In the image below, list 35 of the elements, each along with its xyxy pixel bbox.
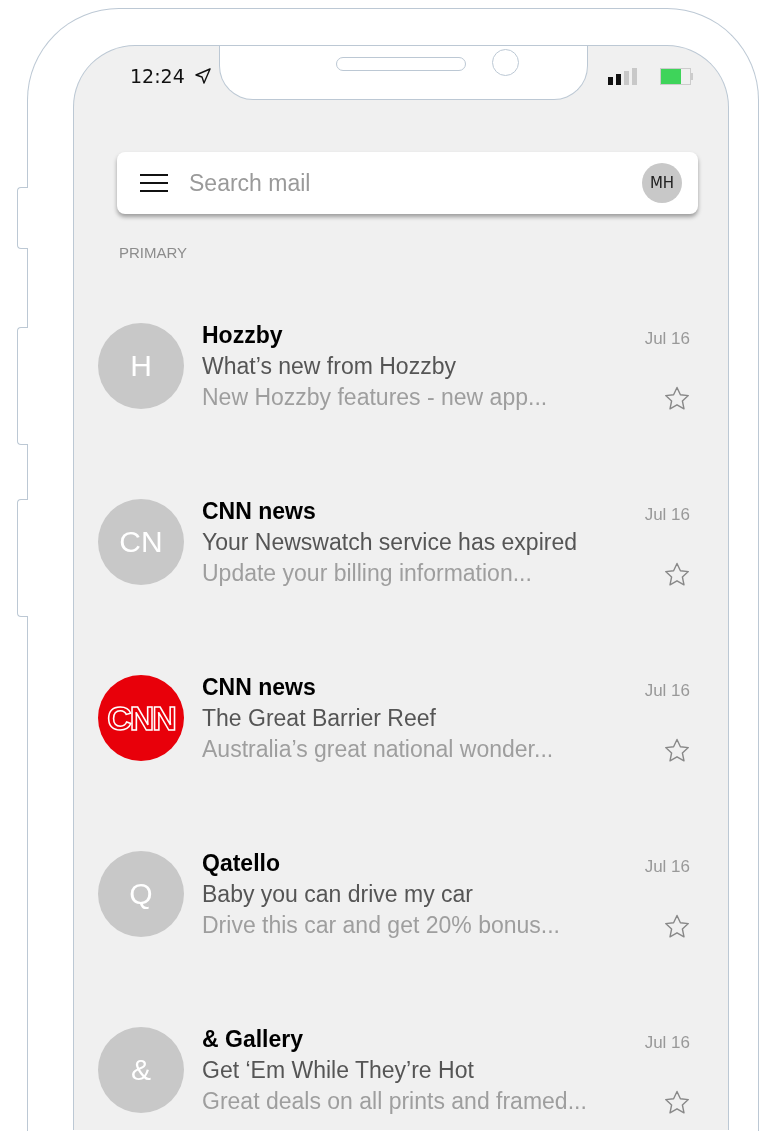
message-subject: Your Newswatch service has expired: [202, 528, 578, 556]
signal-icon: [608, 67, 638, 85]
account-avatar[interactable]: MH: [642, 163, 682, 203]
message-date: Jul 16: [644, 680, 690, 701]
message-subject: Baby you can drive my car: [202, 880, 474, 908]
logo-avatar: CNN: [98, 675, 184, 761]
message-subject: What’s new from Hozzby: [202, 352, 457, 380]
search-field[interactable]: Search mail MH: [117, 152, 698, 214]
star-button[interactable]: [664, 385, 690, 411]
sender-name: Hozzby: [202, 321, 284, 349]
message-date: Jul 16: [644, 856, 690, 877]
sender-name: & Gallery: [202, 1025, 304, 1053]
star-button[interactable]: [664, 913, 690, 939]
message-preview: Drive this car and get 20% bonus...: [202, 911, 561, 939]
message-subject: The Great Barrier Reef: [202, 704, 437, 732]
menu-icon[interactable]: [139, 173, 169, 193]
status-time: 12:24: [130, 65, 185, 87]
sender-name: CNN news: [202, 497, 317, 525]
sender-name: CNN news: [202, 673, 317, 701]
section-label: PRIMARY: [119, 244, 189, 261]
message-date: Jul 16: [644, 1032, 690, 1053]
star-button[interactable]: [664, 1089, 690, 1115]
star-button[interactable]: [664, 737, 690, 763]
message-date: Jul 16: [644, 504, 690, 525]
battery-icon: [660, 67, 694, 85]
message-preview: Update your billing information...: [202, 559, 533, 587]
message-date: Jul 16: [644, 328, 690, 349]
star-button[interactable]: [664, 561, 690, 587]
message-preview: New Hozzby features - new app...: [202, 383, 549, 411]
letter-avatar: &: [98, 1027, 184, 1113]
location-arrow-icon: [194, 68, 211, 84]
message-preview: Australia’s great national wonder...: [202, 735, 555, 763]
message-preview: Great deals on all prints and framed...: [202, 1087, 588, 1115]
sender-name: Qatello: [202, 849, 281, 877]
message-subject: Get ‘Em While They’re Hot: [202, 1056, 475, 1084]
